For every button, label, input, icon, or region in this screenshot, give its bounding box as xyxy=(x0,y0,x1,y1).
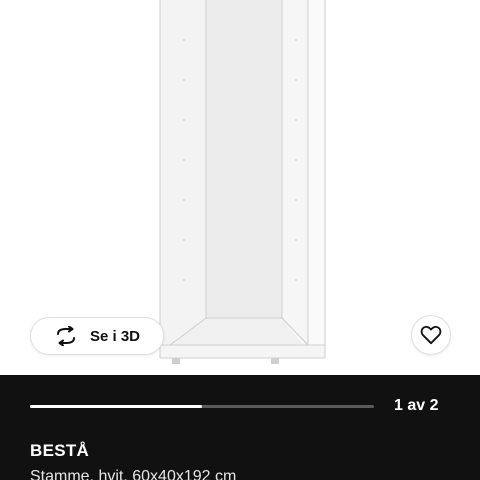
heart-outline-icon xyxy=(420,325,442,345)
product-info-panel: 1 av 2 BESTÅ Stamme, hvit, 60x40x192 cm xyxy=(0,375,480,480)
cabinet-right-side xyxy=(282,0,308,352)
cabinet-foot-right xyxy=(271,358,279,364)
cabinet-foot-left xyxy=(172,358,180,364)
cabinet-plinth xyxy=(160,345,325,358)
product-name: BESTÅ xyxy=(30,441,90,460)
view-3d-label: Se i 3D xyxy=(89,327,141,345)
cabinet-left-side xyxy=(160,0,206,352)
product-description: Stamme, hvit, 60x40x192 cm xyxy=(30,468,237,480)
cabinet-front-edge xyxy=(308,0,325,352)
cabinet-back xyxy=(206,0,282,318)
gallery-progress-fill xyxy=(30,405,202,408)
gallery-page-indicator: 1 av 2 xyxy=(394,397,439,414)
favorite-button[interactable] xyxy=(411,315,451,355)
gallery-progress-track xyxy=(30,405,374,408)
view-3d-button[interactable]: Se i 3D xyxy=(30,317,164,355)
rotate-3d-icon xyxy=(56,326,75,346)
product-image-area[interactable]: Se i 3D xyxy=(0,0,480,375)
